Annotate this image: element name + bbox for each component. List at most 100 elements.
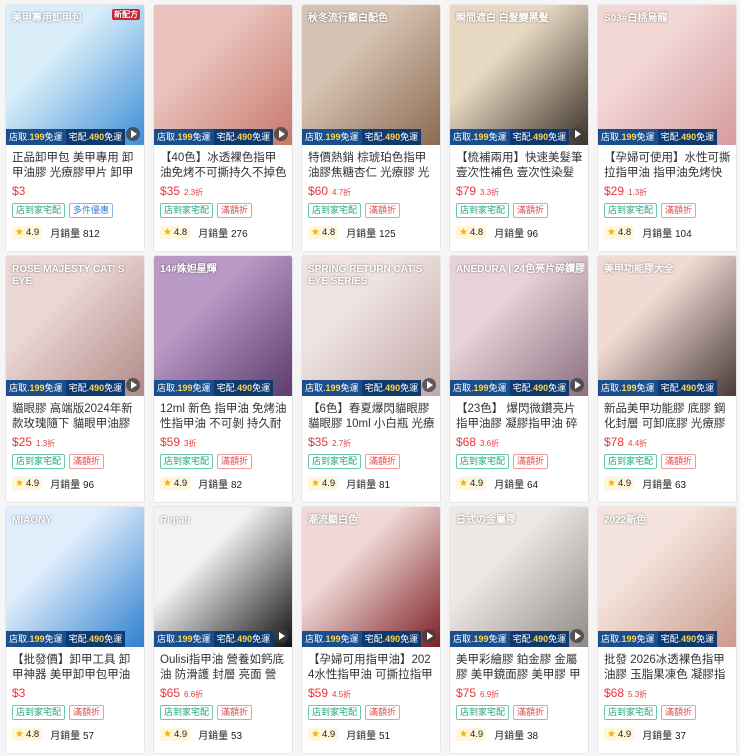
store-pickup-promo: 店取.199免運 bbox=[302, 129, 362, 145]
product-image[interactable]: 瞬間遮白 白髮變黑髮 店取.199免運 宅配.490免運 bbox=[450, 5, 588, 145]
play-video-icon[interactable] bbox=[422, 378, 436, 392]
product-image[interactable]: 店取.199免運 宅配.490免運 bbox=[154, 5, 292, 145]
play-video-icon[interactable] bbox=[274, 127, 288, 141]
product-title[interactable]: 貓眼膠 高端版2024年新款玫瑰隨下 貓眼甲油膠 光... bbox=[12, 402, 139, 432]
star-icon: ★ bbox=[163, 227, 172, 238]
product-card[interactable]: Repair 店取.199免運 宅配.490免運 Oulisi指甲油 營養如鈣底… bbox=[153, 506, 293, 754]
product-card[interactable]: 美甲專用卸甲包 新配方 店取.199免運 宅配.490免運 正品卸甲包 美甲專用… bbox=[5, 4, 145, 252]
product-tag: 店到家宅配 bbox=[308, 705, 362, 720]
product-card[interactable]: 潮流顯白色 店取.199免運 宅配.490免運 【孕婦可用指甲油】2024水性指… bbox=[301, 506, 441, 754]
product-photo bbox=[450, 507, 588, 647]
monthly-sales: 月銷量 104 bbox=[642, 229, 692, 240]
product-price: $35 bbox=[308, 435, 329, 449]
product-title[interactable]: 正品卸甲包 美甲專用 卸甲油膠 光療膠甲片 卸甲水... bbox=[12, 151, 139, 181]
product-title[interactable]: 美甲彩繪膠 鉑金膠 金屬膠 美甲鏡面膠 美甲膠 甲油... bbox=[456, 653, 583, 683]
product-tags: 店到家宅配 滿額折 bbox=[12, 454, 139, 471]
image-badge: 新配方 bbox=[112, 9, 140, 21]
product-card[interactable]: S03#白桃烏龍 店取.199免運 宅配.490免運 【孕婦可使用】水性可撕拉指… bbox=[597, 4, 737, 252]
shipping-promo-bar: 店取.199免運 宅配.490免運 bbox=[450, 129, 570, 145]
product-card[interactable]: MIAONY 店取.199免運 宅配.490免運 【批發價】卸甲工具 卸甲神器 … bbox=[5, 506, 145, 754]
product-price: $25 bbox=[12, 435, 33, 449]
play-video-icon[interactable] bbox=[274, 629, 288, 643]
product-image[interactable]: S03#白桃烏龍 店取.199免運 宅配.490免運 bbox=[598, 5, 736, 145]
product-tag: 滿額折 bbox=[217, 203, 253, 218]
discount-label: 6.9折 bbox=[480, 690, 500, 699]
product-photo bbox=[6, 5, 144, 145]
play-video-icon[interactable] bbox=[126, 378, 140, 392]
product-tag: 滿額折 bbox=[513, 705, 549, 720]
product-image[interactable]: 秋冬流行顯白配色 店取.199免運 宅配.490免運 bbox=[302, 5, 440, 145]
rating-badge: ★ 4.9 bbox=[160, 728, 191, 741]
image-caption: ANEDURA | 24色亮片碎鑽膠 bbox=[456, 264, 586, 275]
product-tags: 店到家宅配 滿額折 bbox=[12, 705, 139, 722]
store-pickup-promo: 店取.199免運 bbox=[302, 631, 362, 647]
product-title[interactable]: 特價熱銷 棕琥珀色指甲油膠焦糖杏仁 光療膠 光療指... bbox=[308, 151, 435, 181]
product-card[interactable]: 2022新色 店取.199免運 宅配.490免運 批發 2026冰透裸色指甲油膠… bbox=[597, 506, 737, 754]
shipping-promo-bar: 店取.199免運 宅配.490免運 bbox=[6, 631, 126, 647]
home-delivery-promo: 宅配.490免運 bbox=[657, 129, 718, 145]
product-card[interactable]: SPRING RETURN CAT'S EYE SERIES 店取.199免運 … bbox=[301, 255, 441, 503]
product-tags: 店到家宅配 滿額折 bbox=[160, 203, 287, 220]
product-card[interactable]: 秋冬流行顯白配色 店取.199免運 宅配.490免運 特價熱銷 棕琥珀色指甲油膠… bbox=[301, 4, 441, 252]
product-image[interactable]: 14#姝妲星輝 店取.199免運 宅配.490免運 bbox=[154, 256, 292, 396]
product-title[interactable]: 【批發價】卸甲工具 卸甲神器 美甲卸甲包甲油膠一次... bbox=[12, 653, 139, 683]
product-card[interactable]: 日式の金屬膠 店取.199免運 宅配.490免運 美甲彩繪膠 鉑金膠 金屬膠 美… bbox=[449, 506, 589, 754]
product-title[interactable]: 批發 2026冰透裸色指甲油膠 玉脂果凍色 凝膠指甲... bbox=[604, 653, 731, 683]
play-video-icon[interactable] bbox=[570, 378, 584, 392]
product-tag: 滿額折 bbox=[365, 203, 401, 218]
product-title[interactable]: 新品美甲功能膠 底膠 鋼化封層 可卸底膠 光療膠 量... bbox=[604, 402, 731, 432]
home-delivery-promo: 宅配.490免運 bbox=[213, 129, 274, 145]
product-tag: 店到家宅配 bbox=[604, 454, 658, 469]
play-video-icon[interactable] bbox=[570, 629, 584, 643]
product-title[interactable]: 【孕婦可使用】水性可撕拉指甲油 指甲油免烤快乾可... bbox=[604, 151, 731, 181]
star-icon: ★ bbox=[607, 729, 616, 740]
store-pickup-promo: 店取.199免運 bbox=[598, 380, 658, 396]
product-title[interactable]: 【梳補兩用】快速美髮筆 壹次性補色 壹次性染髮 帶... bbox=[456, 151, 583, 181]
product-card[interactable]: 店取.199免運 宅配.490免運 【40色】冰透裸色指甲油免烤不可撕持久不掉色… bbox=[153, 4, 293, 252]
discount-label: 3.6折 bbox=[480, 439, 500, 448]
product-tags: 店到家宅配 滿額折 bbox=[160, 705, 287, 722]
star-icon: ★ bbox=[163, 729, 172, 740]
product-image[interactable]: MIAONY 店取.199免運 宅配.490免運 bbox=[6, 507, 144, 647]
play-video-icon[interactable] bbox=[422, 629, 436, 643]
product-title[interactable]: 12ml 新色 指甲油 免烤油性指甲油 不可剝 持久耐磨... bbox=[160, 402, 287, 432]
product-image[interactable]: ROSE MAJESTY CAT' S EYE 店取.199免運 宅配.490免… bbox=[6, 256, 144, 396]
product-card[interactable]: 美甲功能膠大全 店取.199免運 宅配.490免運 新品美甲功能膠 底膠 鋼化封… bbox=[597, 255, 737, 503]
product-title[interactable]: 【23色】 爆閃微鑽亮片指甲油膠 凝膠指甲油 碎鑽... bbox=[456, 402, 583, 432]
product-tag: 滿額折 bbox=[217, 705, 253, 720]
product-title[interactable]: 【孕婦可用指甲油】2024水性指甲油 可撕拉指甲油 ... bbox=[308, 653, 435, 683]
rating-badge: ★ 4.8 bbox=[604, 226, 635, 239]
product-card[interactable]: ROSE MAJESTY CAT' S EYE 店取.199免運 宅配.490免… bbox=[5, 255, 145, 503]
product-image[interactable]: 日式の金屬膠 店取.199免運 宅配.490免運 bbox=[450, 507, 588, 647]
play-video-icon[interactable] bbox=[126, 127, 140, 141]
product-card[interactable]: ANEDURA | 24色亮片碎鑽膠 店取.199免運 宅配.490免運 【23… bbox=[449, 255, 589, 503]
home-delivery-promo: 宅配.490免運 bbox=[657, 631, 718, 647]
play-video-icon[interactable] bbox=[570, 127, 584, 141]
product-image[interactable]: 2022新色 店取.199免運 宅配.490免運 bbox=[598, 507, 736, 647]
star-icon: ★ bbox=[607, 227, 616, 238]
image-caption: S03#白桃烏龍 bbox=[604, 13, 668, 24]
product-title[interactable]: Oulisi指甲油 營養如鈣底油 防滑護 封層 亮面 營養油... bbox=[160, 653, 287, 683]
product-tags: 店到家宅配 滿額折 bbox=[308, 705, 435, 722]
product-image[interactable]: Repair 店取.199免運 宅配.490免運 bbox=[154, 507, 292, 647]
product-tag: 滿額折 bbox=[69, 705, 105, 720]
product-card[interactable]: 瞬間遮白 白髮變黑髮 店取.199免運 宅配.490免運 【梳補兩用】快速美髮筆… bbox=[449, 4, 589, 252]
product-image[interactable]: 美甲專用卸甲包 新配方 店取.199免運 宅配.490免運 bbox=[6, 5, 144, 145]
product-image[interactable]: SPRING RETURN CAT'S EYE SERIES 店取.199免運 … bbox=[302, 256, 440, 396]
discount-label: 6.6折 bbox=[184, 690, 204, 699]
product-card[interactable]: 14#姝妲星輝 店取.199免運 宅配.490免運 12ml 新色 指甲油 免烤… bbox=[153, 255, 293, 503]
product-image[interactable]: 美甲功能膠大全 店取.199免運 宅配.490免運 bbox=[598, 256, 736, 396]
product-title[interactable]: 【6色】春夏爆閃貓眼膠 貓眼膠 10ml 小白瓶 光療指... bbox=[308, 402, 435, 432]
image-caption: MIAONY bbox=[12, 515, 52, 526]
shipping-promo-bar: 店取.199免運 宅配.490免運 bbox=[302, 631, 422, 647]
monthly-sales: 月銷量 96 bbox=[50, 480, 95, 491]
product-tags: 店到家宅配 滿額折 bbox=[456, 705, 583, 722]
home-delivery-promo: 宅配.490免運 bbox=[509, 129, 570, 145]
shipping-promo-bar: 店取.199免運 宅配.490免運 bbox=[598, 129, 718, 145]
product-image[interactable]: ANEDURA | 24色亮片碎鑽膠 店取.199免運 宅配.490免運 bbox=[450, 256, 588, 396]
monthly-sales: 月銷量 812 bbox=[50, 229, 100, 240]
product-title[interactable]: 【40色】冰透裸色指甲油免烤不可撕持久不掉色顯白... bbox=[160, 151, 287, 181]
product-image[interactable]: 潮流顯白色 店取.199免運 宅配.490免運 bbox=[302, 507, 440, 647]
product-price: $68 bbox=[604, 686, 625, 700]
product-photo bbox=[598, 5, 736, 145]
